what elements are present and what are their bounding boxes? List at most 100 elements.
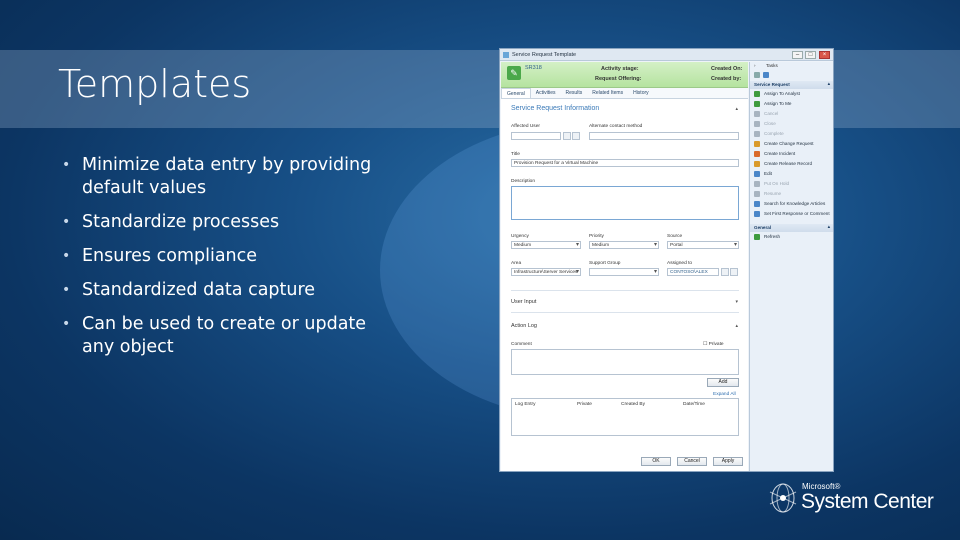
request-offering-label: Request Offering: (595, 76, 642, 82)
column-header[interactable]: Date/Time (683, 402, 705, 407)
expand-user-input-icon[interactable]: ▾ (735, 299, 738, 305)
bullet-item: • Standardized data capture (62, 280, 316, 300)
collapse-icon[interactable]: ▴ (735, 106, 738, 112)
task-toolbar-icon[interactable] (763, 72, 769, 78)
task-assign-to-me[interactable]: Assign To Me (750, 99, 833, 109)
tab-activities[interactable]: Activities (531, 88, 561, 98)
affected-user-field[interactable] (511, 132, 561, 140)
description-label: Description (511, 179, 535, 184)
task-icon (754, 151, 760, 157)
apply-button[interactable]: Apply (713, 457, 743, 466)
slide-title: Templates (58, 62, 252, 106)
user-input-label: User Input (511, 299, 537, 305)
tasks-section-service-request: Service Request ▴ (750, 81, 833, 89)
cancel-button[interactable]: Cancel (677, 457, 707, 466)
support-group-dropdown[interactable] (589, 268, 659, 276)
assigned-to-field[interactable]: CONTOSO\ALEX (667, 268, 719, 276)
collapse-icon[interactable]: ▴ (828, 81, 830, 87)
task-set-first-response-or-comment[interactable]: Set First Response or Comment (750, 209, 833, 219)
tab-history[interactable]: History (628, 88, 654, 98)
tasks-section-general: General ▴ (750, 224, 833, 232)
title-field[interactable]: Provision Request for a Virtual Machine (511, 159, 739, 167)
collapse-icon[interactable]: ▴ (828, 224, 830, 230)
task-icon (754, 171, 760, 177)
general-task-list: Refresh (750, 232, 833, 242)
tab-general[interactable]: General (501, 88, 531, 98)
description-field[interactable] (511, 186, 739, 220)
title-label: Title (511, 152, 520, 157)
system-center-logo: Microsoft® System Center (766, 478, 941, 518)
form-header: ✎ SR318 Activity stage: Request Offering… (501, 62, 748, 88)
task-cancel[interactable]: Cancel (750, 109, 833, 119)
task-label: Create Release Record (764, 161, 813, 166)
tab-results[interactable]: Results (561, 88, 588, 98)
comment-label: Comment (511, 342, 532, 347)
assigned-to-label: Assigned to (667, 261, 693, 266)
browse-assignee-button[interactable] (721, 268, 729, 276)
created-by-label: Created by: (711, 76, 742, 82)
task-assign-to-analyst[interactable]: Assign To Analyst (750, 89, 833, 99)
task-toolbar-icon[interactable] (754, 72, 760, 78)
priority-dropdown[interactable]: Medium (589, 241, 659, 249)
task-label: Create Incident (764, 151, 796, 156)
assignee-details-button[interactable] (730, 268, 738, 276)
user-details-button[interactable] (572, 132, 580, 140)
created-on-label: Created On: (711, 66, 743, 72)
column-header[interactable]: Log Entry (515, 402, 536, 407)
window-titlebar: Service Request Template – □ × (500, 49, 833, 61)
close-button[interactable]: × (819, 51, 830, 59)
task-icon (754, 161, 760, 167)
task-resume[interactable]: Resume (750, 189, 833, 199)
collapse-action-log-icon[interactable]: ▴ (735, 323, 738, 329)
browse-user-button[interactable] (563, 132, 571, 140)
urgency-dropdown[interactable]: Medium (511, 241, 581, 249)
maximize-button[interactable]: □ (805, 51, 816, 59)
chevron-right-icon[interactable]: › (754, 63, 756, 68)
task-create-change-request[interactable]: Create Change Request (750, 139, 833, 149)
task-label: Search for Knowledge Articles (764, 201, 826, 206)
urgency-label: Urgency (511, 234, 529, 239)
system-center-emblem-icon (769, 483, 797, 513)
comment-field[interactable] (511, 349, 739, 375)
task-icon (754, 121, 760, 127)
tasks-header: › Tasks (754, 63, 778, 68)
system-center-wordmark: System Center (801, 490, 934, 513)
task-icon (754, 141, 760, 147)
task-complete[interactable]: Complete (750, 129, 833, 139)
minimize-button[interactable]: – (792, 51, 803, 59)
task-label: Set First Response or Comment (764, 211, 830, 216)
add-comment-button[interactable]: Add (707, 378, 739, 387)
task-label: Create Change Request (764, 141, 814, 146)
divider (511, 290, 739, 291)
task-edit[interactable]: Edit (750, 169, 833, 179)
tasks-toolbar (750, 71, 833, 80)
app-icon (503, 52, 509, 58)
refresh-icon (754, 234, 760, 240)
service-request-icon: ✎ (507, 66, 521, 80)
task-icon (754, 111, 760, 117)
task-put-on-hold[interactable]: Put On Hold (750, 179, 833, 189)
column-header[interactable]: Private (577, 402, 592, 407)
task-icon (754, 181, 760, 187)
column-header[interactable]: Created By (621, 402, 645, 407)
task-label: Put On Hold (764, 181, 790, 186)
private-checkbox[interactable]: ☐ Private (703, 342, 724, 347)
source-dropdown[interactable]: Portal (667, 241, 739, 249)
expand-all-link[interactable]: Expand All (713, 392, 736, 397)
alternate-contact-field[interactable] (589, 132, 739, 140)
action-log-label: Action Log (511, 323, 537, 329)
task-icon (754, 201, 760, 207)
tab-related-items[interactable]: Related Items (587, 88, 628, 98)
area-dropdown[interactable]: Infrastructure\Server Services (511, 268, 581, 276)
task-search-for-knowledge-articles[interactable]: Search for Knowledge Articles (750, 199, 833, 209)
task-icon (754, 211, 760, 217)
task-create-incident[interactable]: Create Incident (750, 149, 833, 159)
task-refresh[interactable]: Refresh (750, 232, 833, 242)
source-label: Source (667, 234, 683, 239)
task-close[interactable]: Close (750, 119, 833, 129)
task-label: Resume (764, 191, 782, 196)
task-icon (754, 101, 760, 107)
ok-button[interactable]: OK (641, 457, 671, 466)
task-create-release-record[interactable]: Create Release Record (750, 159, 833, 169)
tasks-pane: › Tasks Service Request ▴ Assign To Anal… (749, 62, 833, 471)
